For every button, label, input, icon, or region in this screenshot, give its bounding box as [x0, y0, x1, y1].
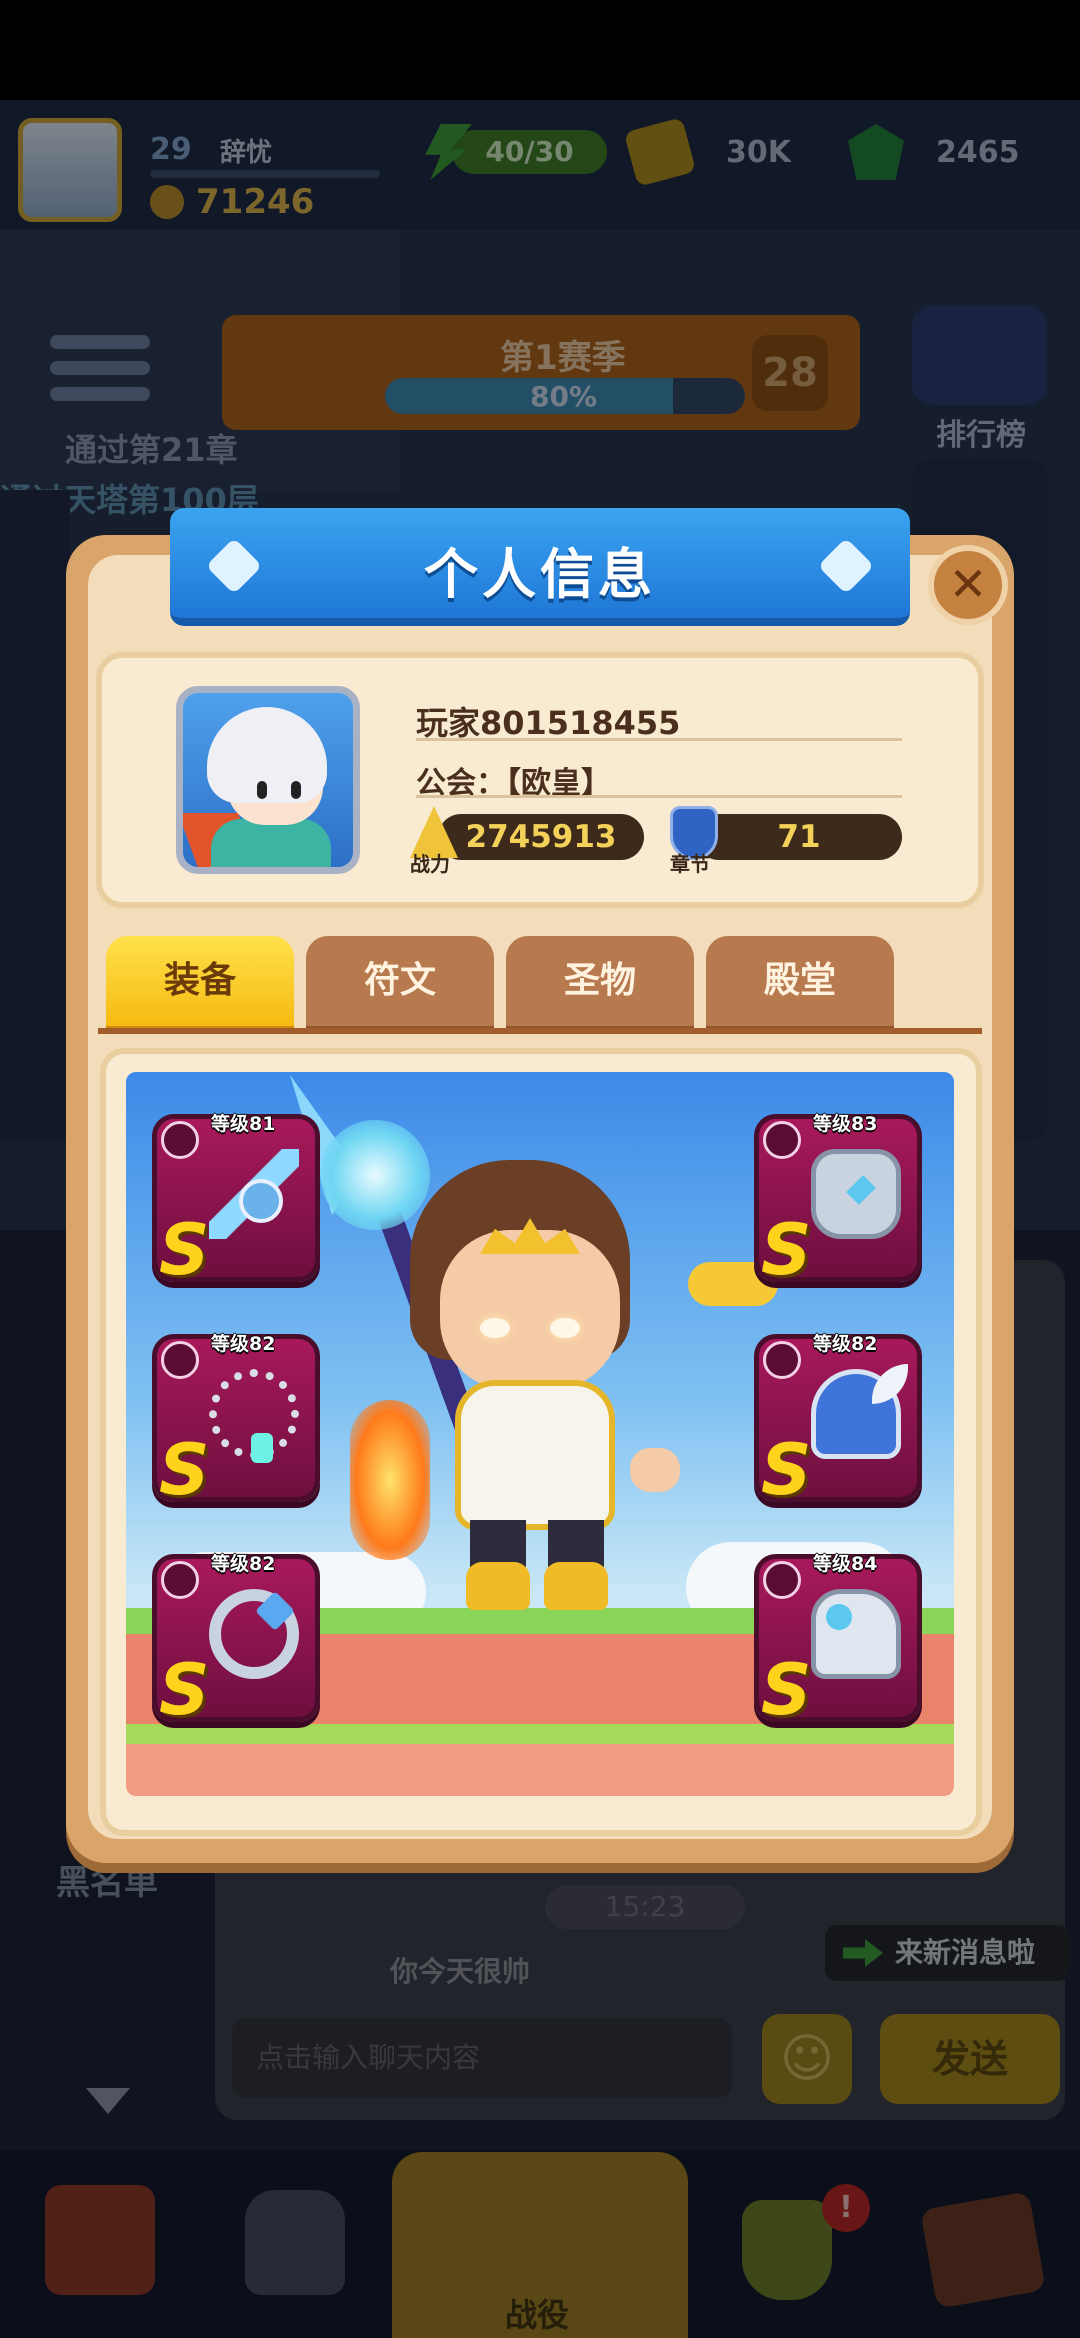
- slot-level: 等级82: [813, 1333, 878, 1355]
- spear-icon: [209, 1149, 299, 1239]
- tab-runes[interactable]: 符文: [306, 936, 494, 1032]
- hero-armor: [455, 1380, 615, 1530]
- slot-level: 等级84: [813, 1553, 878, 1575]
- equipment-slot-necklace[interactable]: 等级82 S: [152, 1333, 320, 1511]
- necklace-type-icon: [161, 1341, 199, 1379]
- weapon-type-icon: [161, 1121, 199, 1159]
- title-banner: 个人信息: [170, 508, 910, 626]
- equipment-slot-helmet[interactable]: 等级82 S: [754, 1333, 922, 1511]
- armor-type-icon: [763, 1121, 801, 1159]
- slot-grade: S: [159, 1429, 210, 1511]
- boots-icon: [811, 1589, 901, 1679]
- ring-type-icon: [161, 1561, 199, 1599]
- slot-level: 等级82: [211, 1553, 276, 1575]
- helmet-type-icon: [763, 1341, 801, 1379]
- slot-grade: S: [159, 1649, 210, 1731]
- equipment-slot-armor[interactable]: 等级83 S: [754, 1113, 922, 1291]
- chapter-value: 71: [696, 814, 902, 860]
- slot-level: 等级83: [813, 1113, 878, 1135]
- slot-level: 等级82: [211, 1333, 276, 1355]
- power-label: 战力: [410, 852, 450, 876]
- fire-effect: [350, 1400, 430, 1560]
- modal-title: 个人信息: [424, 543, 656, 606]
- divider: [416, 738, 902, 741]
- helmet-icon: [811, 1364, 908, 1459]
- equipment-slot-weapon[interactable]: 等级81 S: [152, 1113, 320, 1291]
- avatar[interactable]: [176, 686, 360, 874]
- game-screen: 29 辞忧 71246 40/30 30K 2465 通过第21章 通过天塔第1…: [0, 0, 1080, 2338]
- hero-face: [440, 1230, 620, 1390]
- tab-relics[interactable]: 圣物: [506, 936, 694, 1032]
- hero-boot: [466, 1562, 530, 1610]
- chapter-label: 章节: [670, 852, 710, 876]
- tab-underline: [98, 1028, 982, 1034]
- armor-icon: [811, 1149, 901, 1239]
- tab-hall[interactable]: 殿堂: [706, 936, 894, 1032]
- slot-grade: S: [761, 1209, 812, 1291]
- close-button[interactable]: ✕: [928, 545, 1008, 625]
- equipment-slot-ring[interactable]: 等级82 S: [152, 1553, 320, 1731]
- ring-icon: [209, 1589, 299, 1679]
- power-value: 2745913: [438, 814, 644, 860]
- slot-grade: S: [761, 1649, 812, 1731]
- slot-level: 等级81: [211, 1113, 276, 1135]
- slot-grade: S: [159, 1209, 210, 1291]
- hero-fist: [630, 1448, 680, 1492]
- tab-equipment[interactable]: 装备: [106, 936, 294, 1032]
- equipment-slot-boots[interactable]: 等级84 S: [754, 1553, 922, 1731]
- slot-grade: S: [761, 1429, 812, 1511]
- hero-boot: [544, 1562, 608, 1610]
- spear-glow: [320, 1120, 430, 1230]
- divider: [416, 795, 902, 798]
- necklace-icon: [209, 1369, 299, 1463]
- boots-type-icon: [763, 1561, 801, 1599]
